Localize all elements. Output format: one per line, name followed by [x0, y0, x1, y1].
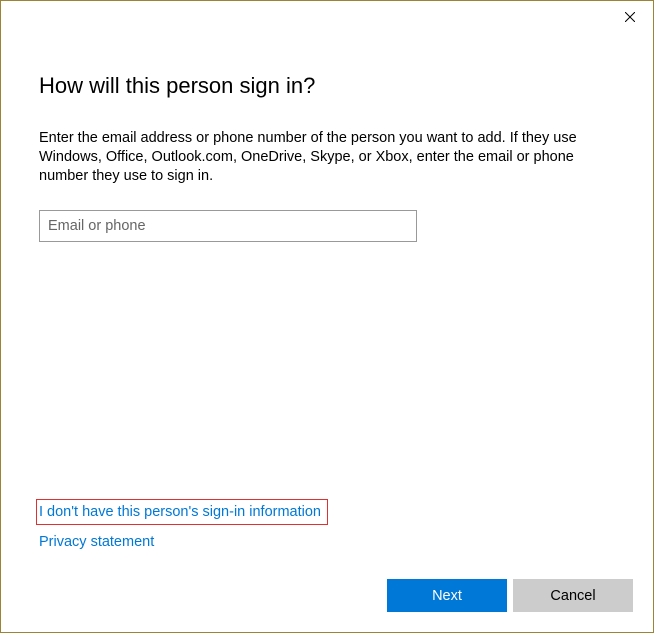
titlebar: [1, 1, 653, 33]
highlight-box: I don't have this person's sign-in infor…: [36, 499, 328, 525]
next-button[interactable]: Next: [387, 579, 507, 612]
no-info-link-row: I don't have this person's sign-in infor…: [39, 499, 615, 525]
add-user-dialog: How will this person sign in? Enter the …: [0, 0, 654, 633]
privacy-statement-link[interactable]: Privacy statement: [39, 534, 154, 550]
close-icon: [625, 12, 635, 22]
email-or-phone-input[interactable]: [39, 210, 417, 242]
no-sign-in-info-link[interactable]: I don't have this person's sign-in infor…: [39, 504, 321, 520]
dialog-buttons: Next Cancel: [1, 579, 653, 632]
spacer: [39, 242, 615, 499]
close-button[interactable]: [607, 1, 653, 33]
privacy-link-row: Privacy statement: [39, 533, 615, 551]
dialog-content: How will this person sign in? Enter the …: [1, 33, 653, 579]
dialog-description: Enter the email address or phone number …: [39, 129, 615, 186]
cancel-button[interactable]: Cancel: [513, 579, 633, 612]
dialog-heading: How will this person sign in?: [39, 73, 615, 99]
